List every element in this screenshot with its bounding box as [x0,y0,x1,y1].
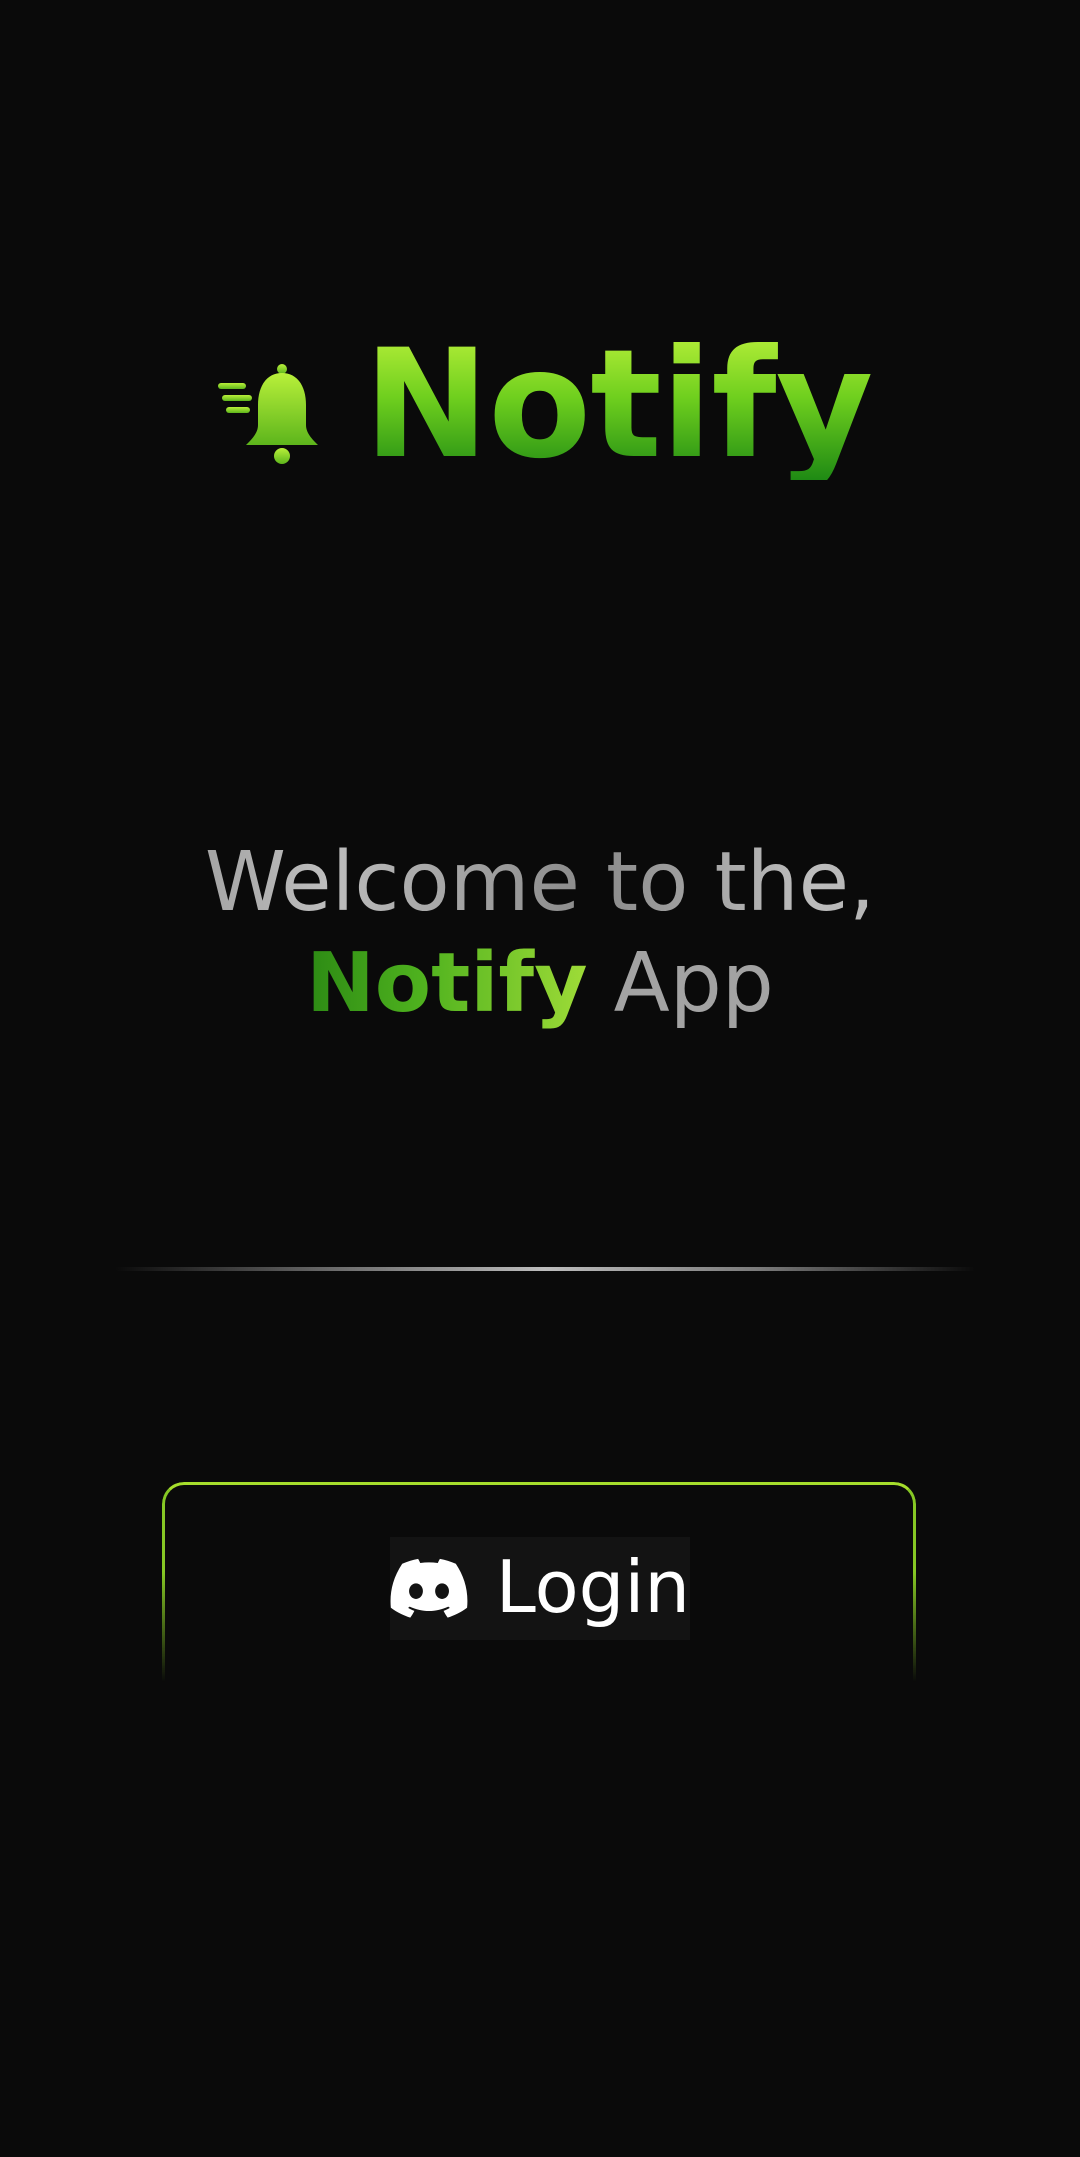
login-button-label: Login [495,1544,690,1629]
welcome-brand-word: Notify [306,935,588,1031]
welcome-message: Welcome to the, Notify App [0,830,1080,1037]
discord-icon [390,1558,468,1618]
app-logo: Notify [0,330,1080,500]
welcome-heading: Welcome to the, [0,830,1080,937]
welcome-app-word: App [613,935,774,1031]
discord-login-button[interactable]: Login [390,1537,690,1640]
divider [115,1267,975,1271]
welcome-subheading: Notify App [0,931,1080,1038]
app-title: Notify [363,318,874,492]
bell-icon [217,364,318,464]
